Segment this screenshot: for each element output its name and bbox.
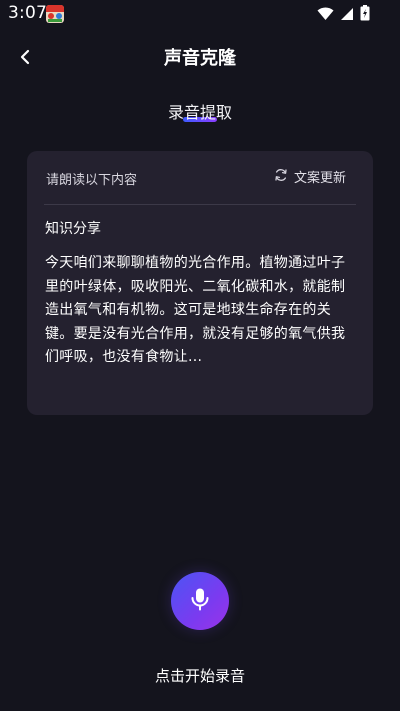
reading-text: 今天咱们来聊聊植物的光合作用。植物通过叶子里的叶绿体，吸收阳光、二氧化碳和水，就… [45,255,346,365]
record-hint: 点击开始录音 [154,667,245,685]
card-header: 请朗读以下内容 文案更新 [27,151,373,203]
voice-clone-screen: 3:07 声音克隆 录音提取 请朗读以下内容 文案更新 知识分享 今天咱们来聊聊… [0,0,400,711]
status-bar: 3:07 [0,0,400,30]
refresh-text-button[interactable]: 文案更新 [274,167,346,186]
status-icons [317,5,370,25]
record-button[interactable] [171,572,229,630]
app-header: 声音克隆 [0,38,400,76]
card-instruction: 请朗读以下内容 [46,173,138,188]
card-subtitle: 知识分享 [45,221,101,237]
tab-label: 录音提取 [167,103,232,122]
refresh-icon [274,167,288,186]
page-title: 声音克隆 [164,48,236,69]
wifi-icon [317,6,334,25]
microphone-icon [190,587,210,615]
refresh-label: 文案更新 [293,171,346,186]
battery-icon [360,5,370,25]
tab-recording-extract[interactable]: 录音提取 [160,99,240,129]
card-divider [44,204,356,205]
status-time: 3:07 [8,3,47,23]
reading-card: 请朗读以下内容 文案更新 知识分享 今天咱们来聊聊植物的光合作用。植物通过叶子里… [27,151,373,415]
signal-icon [340,6,354,25]
app-notification-icon [46,5,64,23]
